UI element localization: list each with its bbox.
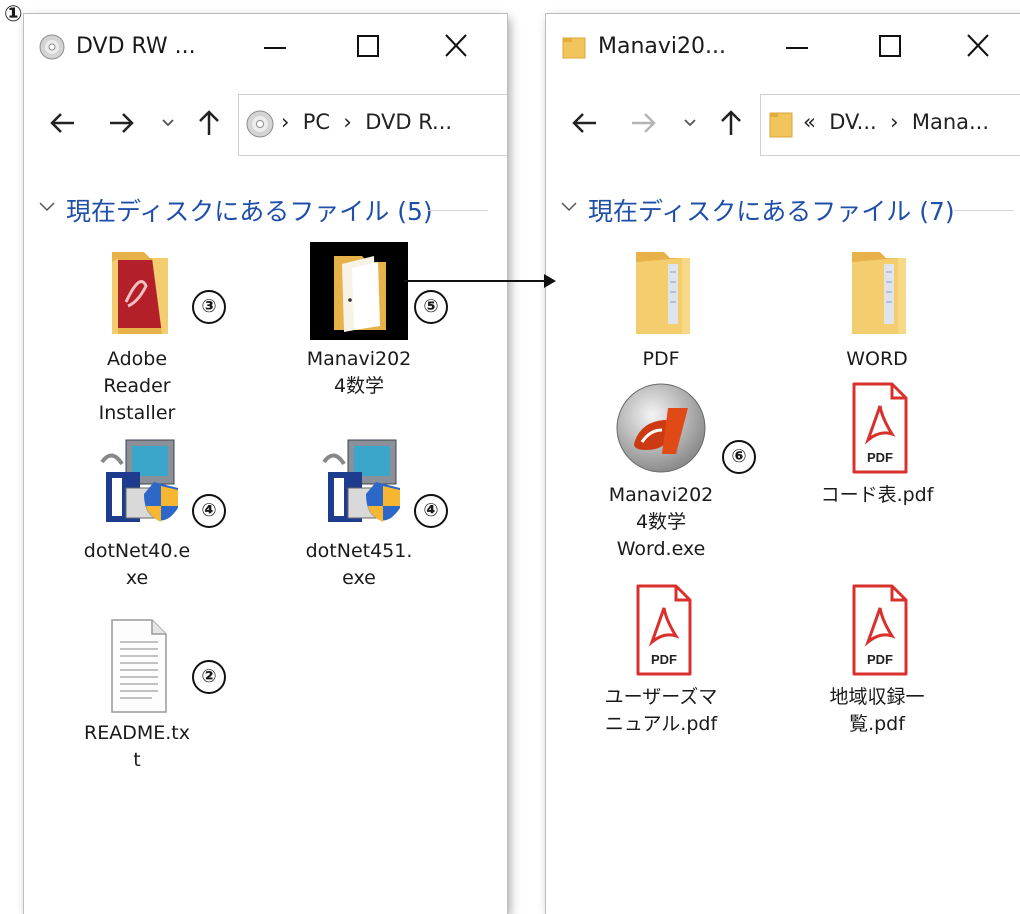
folder-item-pdf[interactable]: PDF [586, 242, 736, 373]
recent-chevron-icon[interactable] [680, 106, 700, 140]
folder-icon [561, 34, 587, 60]
folder-icon [767, 109, 797, 139]
breadcrumb-manavi[interactable]: Mana... [912, 110, 989, 134]
folder-item-word[interactable]: WORD [802, 242, 952, 373]
pdf-badge: PDF [651, 652, 677, 667]
file-label: 地域収録一 覧.pdf [829, 686, 925, 735]
callout-4: ④ [192, 494, 226, 528]
address-row: › PC › DVD R... [24, 94, 507, 158]
group-header[interactable]: 現在ディスクにあるファイル (7) [546, 190, 1020, 230]
window-title: DVD RW ... [76, 34, 196, 59]
file-label: ユーザーズマ ニュアル.pdf [604, 686, 718, 735]
group-title: 現在ディスクにあるファイル (5) [66, 197, 433, 226]
recent-chevron-icon[interactable] [158, 106, 178, 140]
callout-3: ③ [192, 290, 226, 324]
window-title: Manavi20... [598, 34, 726, 59]
up-arrow-icon[interactable] [714, 106, 748, 140]
adobe-folder-icon [82, 242, 192, 342]
close-button[interactable] [958, 28, 998, 66]
app-logo-icon [606, 378, 716, 478]
breadcrumb: « DV... › Mana... [803, 110, 990, 134]
back-arrow-icon[interactable] [46, 106, 80, 140]
folder-icon [606, 242, 716, 342]
breadcrumb-dvd[interactable]: DVD R... [365, 110, 452, 134]
file-label: コード表.pdf [820, 484, 934, 506]
chevron-down-icon[interactable] [560, 198, 578, 216]
text-file-icon [82, 616, 192, 716]
title-bar: DVD RW ... [24, 14, 507, 76]
file-label: Manavi202 4数学 [306, 348, 412, 397]
manavi-folder-icon [304, 242, 414, 342]
pdf-badge: PDF [867, 652, 893, 667]
title-bar: Manavi20... [546, 14, 1020, 76]
file-item-manavi-word-exe[interactable]: Manavi202 4数学 Word.exe [586, 378, 736, 563]
breadcrumb-dvd[interactable]: DV... [829, 110, 877, 134]
up-arrow-icon[interactable] [192, 106, 226, 140]
file-item-adobe-reader-installer[interactable]: Adobe Reader Installer [62, 242, 212, 427]
file-item-manavi2024-folder[interactable]: Manavi202 4数学 [284, 242, 434, 400]
callout-5: ⑤ [414, 290, 448, 324]
explorer-window-dvd: DVD RW ... › PC › DVD R... 現在ディスクにあるファイル… [24, 14, 507, 914]
file-item-dotnet40-exe[interactable]: dotNet40.e xe [62, 434, 212, 592]
folder-icon [822, 242, 932, 342]
forward-arrow-icon[interactable] [626, 106, 660, 140]
file-item-dotnet451-exe[interactable]: dotNet451. exe [284, 434, 434, 592]
file-label: dotNet40.e xe [83, 540, 191, 589]
pdf-icon: PDF [822, 378, 932, 478]
file-item-readme-txt[interactable]: README.tx t [62, 616, 212, 774]
file-item-code-table-pdf[interactable]: PDF コード表.pdf [802, 378, 952, 509]
file-label: dotNet451. exe [305, 540, 413, 589]
file-label: README.tx t [84, 722, 190, 771]
file-label: Adobe Reader Installer [98, 348, 176, 424]
file-item-users-manual-pdf[interactable]: PDF ユーザーズマ ニュアル.pdf [586, 580, 736, 738]
address-row: « DV... › Mana... [546, 94, 1020, 158]
breadcrumb-overflow[interactable]: « [803, 110, 816, 134]
installer-icon [82, 434, 192, 534]
group-title: 現在ディスクにあるファイル (7) [588, 197, 955, 226]
forward-arrow-icon[interactable] [104, 106, 138, 140]
close-button[interactable] [436, 28, 476, 66]
minimize-button[interactable] [256, 28, 296, 66]
breadcrumb: › PC › DVD R... [281, 110, 453, 134]
pdf-icon: PDF [606, 580, 716, 680]
file-item-region-list-pdf[interactable]: PDF 地域収録一 覧.pdf [802, 580, 952, 738]
installer-icon [304, 434, 414, 534]
callout-1: ① [4, 2, 23, 27]
callout-2: ② [192, 660, 226, 694]
callout-6: ⑥ [722, 440, 756, 474]
maximize-button[interactable] [870, 28, 910, 66]
pdf-icon: PDF [822, 580, 932, 680]
explorer-window-manavi: Manavi20... « DV... › Mana... 現在ディスクにあるフ… [546, 14, 1020, 914]
file-label: Manavi202 4数学 Word.exe [608, 484, 714, 560]
divider [954, 210, 1014, 211]
file-label: PDF [642, 348, 680, 370]
disc-icon [39, 34, 65, 60]
minimize-button[interactable] [778, 28, 818, 66]
callout-4: ④ [414, 494, 448, 528]
disc-icon [245, 109, 275, 139]
pdf-badge: PDF [867, 450, 893, 465]
maximize-button[interactable] [348, 28, 388, 66]
divider [428, 210, 488, 211]
address-bar[interactable]: « DV... › Mana... [760, 94, 1020, 156]
chevron-down-icon[interactable] [38, 198, 56, 216]
back-arrow-icon[interactable] [568, 106, 602, 140]
file-label: WORD [846, 348, 908, 370]
address-bar[interactable]: › PC › DVD R... [238, 94, 507, 156]
group-header[interactable]: 現在ディスクにあるファイル (5) [24, 190, 507, 230]
link-arrow [404, 274, 556, 288]
breadcrumb-pc[interactable]: PC [303, 110, 330, 134]
